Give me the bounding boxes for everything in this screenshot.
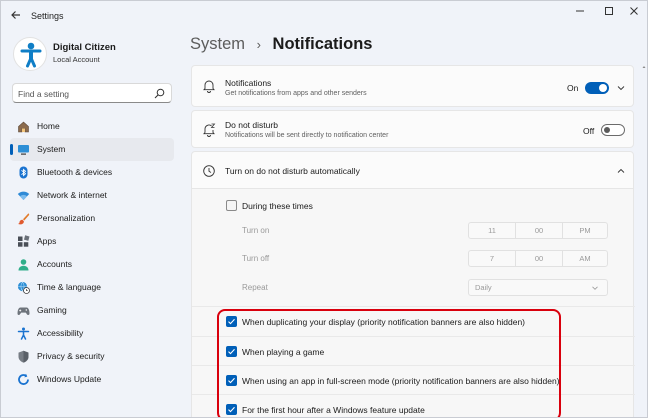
turn-on-period: PM <box>579 226 591 235</box>
maximize-button[interactable] <box>598 5 620 21</box>
globe-clock-icon <box>17 281 30 294</box>
turn-on-label: Turn on <box>242 226 270 235</box>
repeat-dropdown[interactable]: Daily <box>468 279 608 296</box>
turn-off-time-picker[interactable]: 7 00 AM <box>468 250 608 267</box>
title-bar: Settings <box>1 1 647 31</box>
wifi-icon <box>17 191 30 200</box>
repeat-label: Repeat <box>242 283 268 292</box>
dnd-title: Do not disturb <box>225 120 278 130</box>
repeat-value: Daily <box>475 283 492 292</box>
breadcrumb-parent[interactable]: System <box>190 35 245 53</box>
notifications-toggle[interactable] <box>585 82 609 94</box>
avatar <box>13 37 47 71</box>
minimize-icon <box>576 10 584 12</box>
minimize-button[interactable] <box>569 5 591 21</box>
maximize-icon <box>605 7 613 15</box>
bell-snooze-icon <box>203 123 216 137</box>
do-not-disturb-card: Do not disturb Notifications will be sen… <box>191 110 634 148</box>
notifications-card[interactable]: Notifications Get notifications from app… <box>191 65 634 107</box>
update-icon <box>18 373 29 385</box>
chevron-up-icon[interactable] <box>616 166 626 176</box>
chevron-down-icon <box>592 286 598 290</box>
profile-name: Digital Citizen <box>53 42 116 53</box>
dnd-state-label: Off <box>583 126 595 136</box>
search-icon[interactable] <box>154 88 165 99</box>
sidebar-item-apps[interactable]: Apps <box>10 230 174 253</box>
auto-dnd-title: Turn on do not disturb automatically <box>225 166 360 176</box>
accessibility-person-icon <box>20 42 42 68</box>
accessibility-icon <box>17 327 30 340</box>
notifications-title: Notifications <box>225 78 272 88</box>
sidebar-item-home[interactable]: Home <box>10 115 174 138</box>
notifications-description: Get notifications from apps and other se… <box>225 90 367 97</box>
auto-dnd-header[interactable]: Turn on do not disturb automatically <box>191 151 634 189</box>
home-icon <box>18 121 29 133</box>
breadcrumb-separator: › <box>256 37 261 52</box>
sidebar-item-gaming[interactable]: Gaming <box>10 299 174 322</box>
close-button[interactable] <box>623 5 645 21</box>
brush-icon <box>17 213 30 225</box>
sidebar-item-accounts[interactable]: Accounts <box>10 253 174 276</box>
turn-off-minute: 00 <box>534 254 544 263</box>
user-profile[interactable]: Digital Citizen Local Account <box>13 37 173 71</box>
search-box <box>12 83 172 103</box>
arrow-left-icon <box>11 11 20 19</box>
sidebar-item-bluetooth[interactable]: Bluetooth & devices <box>10 161 174 184</box>
app-title: Settings <box>31 11 64 21</box>
settings-window: Settings Digital Citizen Local Account F… <box>0 0 648 418</box>
sidebar-item-time-language[interactable]: Time & language <box>10 276 174 299</box>
bluetooth-icon <box>19 166 28 179</box>
during-times-label: During these times <box>242 201 313 211</box>
breadcrumb: System › Notifications <box>190 35 372 54</box>
shield-icon <box>18 350 29 363</box>
turn-off-hour: 7 <box>489 254 495 263</box>
sidebar-nav: Home System Bluetooth & devices Network … <box>10 115 174 391</box>
highlight-annotation <box>217 309 561 417</box>
clock-icon <box>203 165 215 177</box>
person-icon <box>18 259 29 271</box>
sidebar-item-personalization[interactable]: Personalization <box>10 207 174 230</box>
dnd-toggle[interactable] <box>601 124 625 136</box>
sidebar-item-privacy-security[interactable]: Privacy & security <box>10 345 174 368</box>
gamepad-icon <box>17 307 30 316</box>
row-divider <box>192 306 635 307</box>
chevron-down-icon[interactable] <box>616 83 626 93</box>
sidebar-item-system[interactable]: System <box>10 138 174 161</box>
close-icon <box>630 7 638 15</box>
sidebar-item-network[interactable]: Network & internet <box>10 184 174 207</box>
turn-off-period: AM <box>579 254 591 263</box>
search-input[interactable] <box>18 86 148 101</box>
notifications-state-label: On <box>567 83 579 93</box>
profile-account-type: Local Account <box>53 55 100 64</box>
turn-on-hour: 11 <box>488 226 496 235</box>
turn-on-minute: 00 <box>534 226 544 235</box>
bell-icon <box>203 80 215 93</box>
sidebar-item-accessibility[interactable]: Accessibility <box>10 322 174 345</box>
turn-off-label: Turn off <box>242 254 270 263</box>
scrollbar[interactable] <box>642 65 646 415</box>
back-button[interactable] <box>9 9 23 23</box>
system-display-icon <box>18 145 29 155</box>
sidebar-item-windows-update[interactable]: Windows Update <box>10 368 174 391</box>
turn-on-time-picker[interactable]: 11 00 PM <box>468 222 608 239</box>
dnd-description: Notifications will be sent directly to n… <box>225 132 389 139</box>
during-times-checkbox[interactable] <box>226 200 237 211</box>
page-title: Notifications <box>272 35 373 53</box>
apps-icon <box>18 235 30 247</box>
